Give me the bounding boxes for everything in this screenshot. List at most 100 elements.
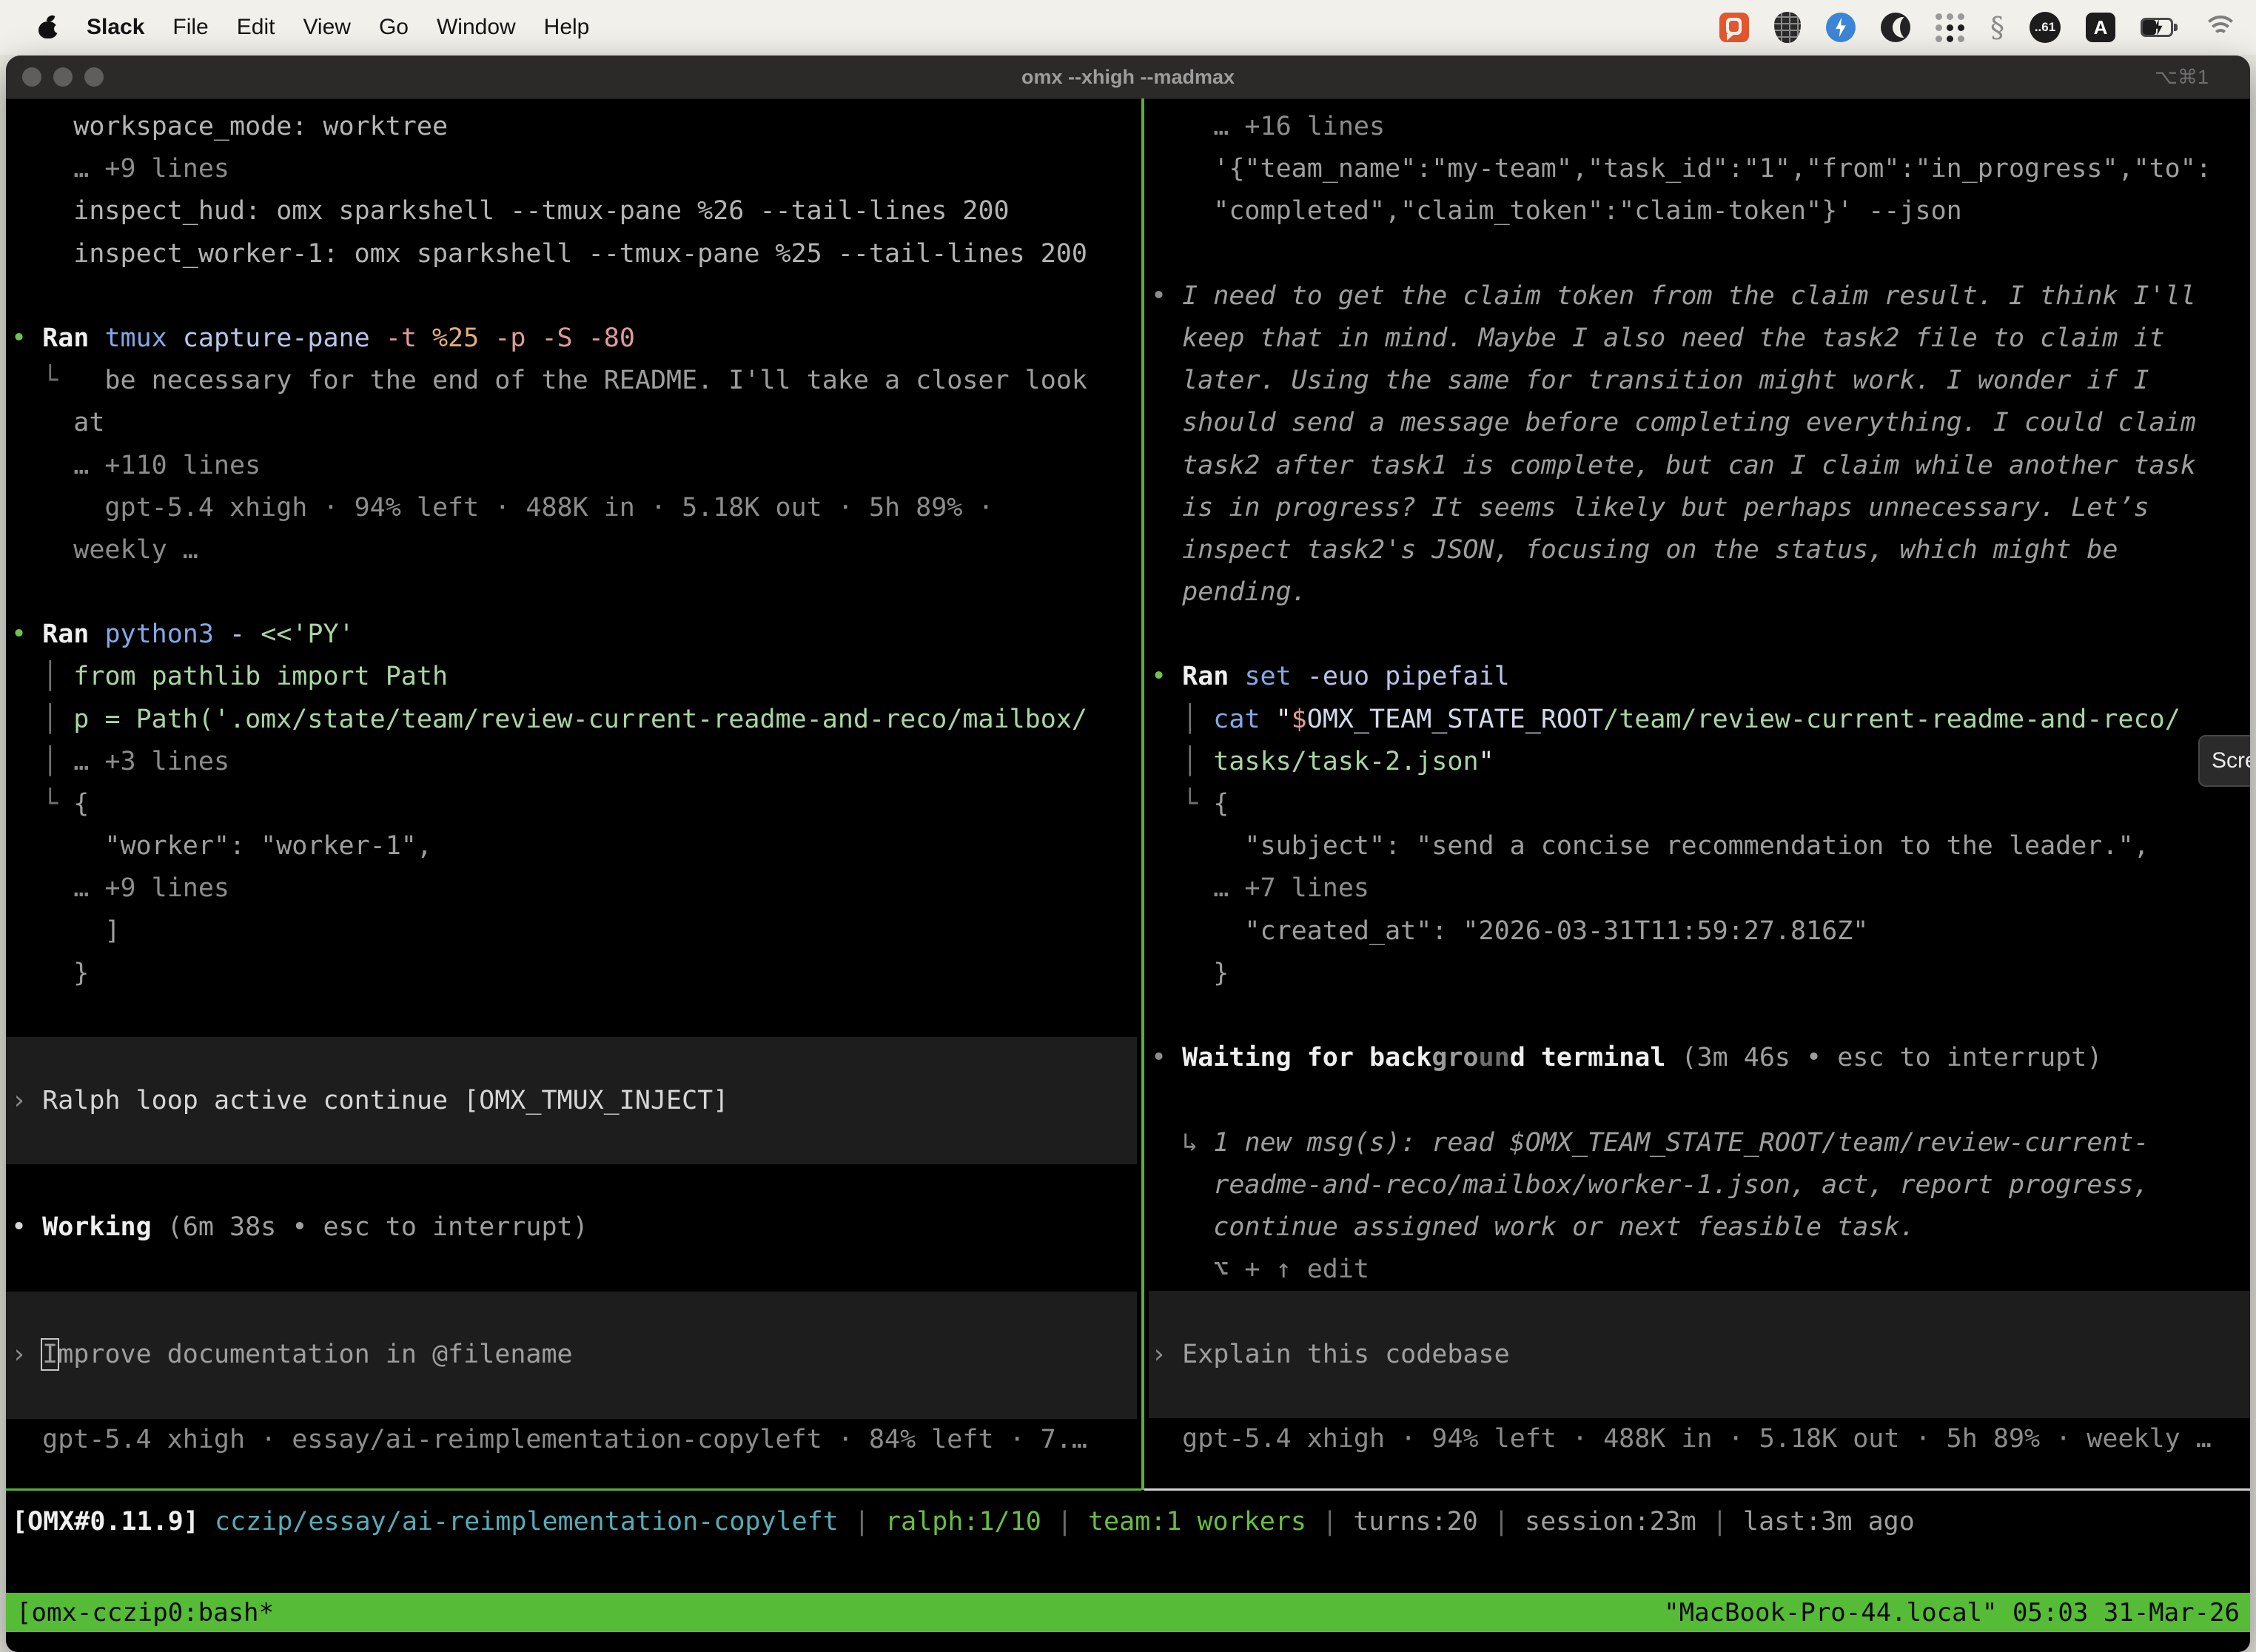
badge-icon[interactable]: ..61 [2030,12,2061,43]
terminal-text-segment: │ [11,705,73,734]
terminal-text-segment: │ [1151,747,1213,776]
terminal-text-segment: <<'PY' [261,620,354,649]
menu-item-help[interactable]: Help [530,15,604,40]
terminal-text-segment: │ [11,662,73,691]
prompt-input-left[interactable]: › Improve documentation in @filename [6,1292,1137,1419]
terminal-line: • Ran tmux capture-pane -t %25 -p -S -80 [11,318,1141,360]
terminal-text-segment: Ralph loop active continue [OMX_TMUX_INJ… [42,1086,728,1115]
terminal-line: pending. [1151,571,2250,614]
terminal-blank-line [11,995,1141,1037]
menu-app-name[interactable]: Slack [73,15,158,40]
terminal-text-segment: | [1306,1507,1353,1537]
terminal-text-segment: • [11,620,42,649]
text-cursor: I [42,1340,58,1369]
terminal-text-segment: last:3m ago [1743,1507,1915,1537]
screen-tooltip-text: Scre [2212,748,2250,773]
terminal-text-segment: tmux [104,323,182,353]
terminal-text-segment: from pathlib import Path [73,662,448,691]
prompt-suggestion-right[interactable]: › Explain this codebase [1149,1291,2250,1418]
terminal-line: } [1151,953,2250,995]
menu-item-view[interactable]: View [289,15,364,40]
terminal-text-segment: is in progress? It seems likely but perh… [1151,493,2149,523]
terminal-text-segment: └ [1151,789,1213,819]
terminal-line: inspect_hud: omx sparkshell --tmux-pane … [11,190,1141,232]
moon-circle-icon[interactable] [1881,13,1910,42]
terminal-text-segment: (3m 46s • esc to interrupt) [1665,1043,2102,1072]
terminal-text-segment: team:1 workers [1088,1507,1306,1537]
terminal-text-segment: › [1151,1340,1182,1369]
battery-icon[interactable] [2141,18,2179,37]
terminal-line: • I need to get the claim token from the… [1151,275,2250,318]
terminal-text-segment: inspect task2's JSON, focusing on the st… [1151,535,2118,565]
terminal-text-segment: } [1151,958,1229,988]
terminal-text-segment: I need to get the claim token from the c… [1182,281,2196,311]
terminal-text-segment: inspect_hud: omx sparkshell --tmux-pane … [11,196,1010,226]
terminal-text-segment: "worker": "worker-1", [11,831,432,861]
bolt-circle-icon[interactable] [1826,13,1856,42]
terminal-text-segment: python3 [104,620,229,649]
pane-divider[interactable] [1141,98,1144,1490]
terminal-text-segment: … +16 lines [1151,112,1385,141]
terminal-blank-line [11,275,1141,318]
terminal-line: • Ran set -euo pipefail [1151,656,2250,698]
terminal-text-segment: cczip/essay/ai-reimplementation-copyleft [215,1507,839,1537]
terminal-text-segment: /team/review-current-readme-and-reco/ [1603,705,2181,734]
menu-item-file[interactable]: File [158,15,222,40]
terminal-text-segment: { [1213,789,1229,819]
terminal-text-segment: gro [1431,1043,1478,1072]
prompt-band-line: › Ralph loop active continue [OMX_TMUX_I… [11,1080,728,1122]
terminal-text-segment: $ [1292,705,1307,734]
tmux-status-bar: [omx-cczip0:bash* "MacBook-Pro-44.local"… [6,1593,2250,1632]
tmux-pane-right[interactable]: … +16 lines '{"team_name":"my-team","tas… [1144,98,2250,1490]
terminal-text-segment: - [229,620,261,649]
menu-item-go[interactable]: Go [365,15,423,40]
terminal-text-segment: " [1276,705,1292,734]
terminal-line: readme-and-reco/mailbox/worker-1.json, a… [1151,1164,2250,1206]
terminal-text-segment: "completed","claim_token":"claim-token"}… [1151,196,1962,226]
hook-icon[interactable]: § [1990,11,2004,44]
terminal-line: └ be necessary for the end of the README… [11,360,1141,402]
terminal-line: │ p = Path('.omx/state/team/review-curre… [11,699,1141,741]
chat-icon[interactable] [1719,13,1749,42]
terminal-text-segment: | [839,1507,885,1537]
terminal-text-segment: gpt-5.4 xhigh · 94% left · 488K in · 5.1… [1151,1424,2212,1454]
tmux-pane-left[interactable]: workspace_mode: worktree … +9 lines insp… [6,98,1141,1490]
terminal-line: gpt-5.4 xhigh · essay/ai-reimplementatio… [11,1419,1141,1461]
terminal-text-segment: tasks/task-2.json [1213,747,1478,776]
terminal-text-segment: ↳ [1151,1128,1213,1158]
terminal-line: workspace_mode: worktree [11,106,1141,148]
shield-icon[interactable] [1774,12,1801,43]
input-source-icon[interactable]: A [2086,13,2115,42]
terminal-line: ↳ 1 new msg(s): read $OMX_TEAM_STATE_ROO… [1151,1122,2250,1164]
wifi-icon[interactable] [2204,16,2237,39]
terminal-text-segment: turns:20 [1353,1507,1478,1537]
terminal-text-segment: … +7 lines [1151,873,1369,903]
terminal-line: … +9 lines [11,867,1141,910]
apple-menu-icon[interactable] [38,16,58,38]
terminal-text-segment: at [11,408,104,437]
terminal-text-segment: › [11,1086,42,1115]
macos-menu-bar: Slack File Edit View Go Window Help § ..… [0,0,2256,55]
terminal-text-segment: ⌥ + ↑ edit [1151,1255,1369,1284]
dots-grid-icon[interactable] [1936,13,1965,42]
terminal-line: at [11,402,1141,444]
terminal-text-segment: be necessary for the end of the README. … [58,366,1087,395]
terminal-text-segment: ] [11,916,121,946]
menu-item-window[interactable]: Window [423,15,530,40]
terminal-line: gpt-5.4 xhigh · 94% left · 488K in · 5.1… [1151,1418,2250,1460]
terminal-text-segment: | [1041,1507,1088,1537]
terminal-line: └ { [11,783,1141,825]
terminal-line: keep that in mind. Maybe I also need the… [1151,318,2250,360]
terminal-line: inspect_worker-1: omx sparkshell --tmux-… [11,233,1141,275]
terminal-text-segment: "subject": "send a concise recommendatio… [1151,831,2149,861]
menu-item-edit[interactable]: Edit [223,15,289,40]
terminal-text-segment: d terminal [1510,1043,1666,1072]
terminal-blank-line [11,571,1141,614]
window-titlebar[interactable]: omx --xhigh --madmax ⌥⌘1 [6,56,2250,99]
terminal-text-segment: "created_at": "2026-03-31T11:59:27.816Z" [1151,916,1868,946]
ralph-loop-banner[interactable]: › Ralph loop active continue [OMX_TMUX_I… [6,1037,1137,1164]
terminal-text-segment: │ [1151,705,1213,734]
screen-tooltip: Scre [2198,735,2250,787]
terminal-line: "subject": "send a concise recommendatio… [1151,825,2250,867]
terminal-line: later. Using the same for transition mig… [1151,360,2250,402]
